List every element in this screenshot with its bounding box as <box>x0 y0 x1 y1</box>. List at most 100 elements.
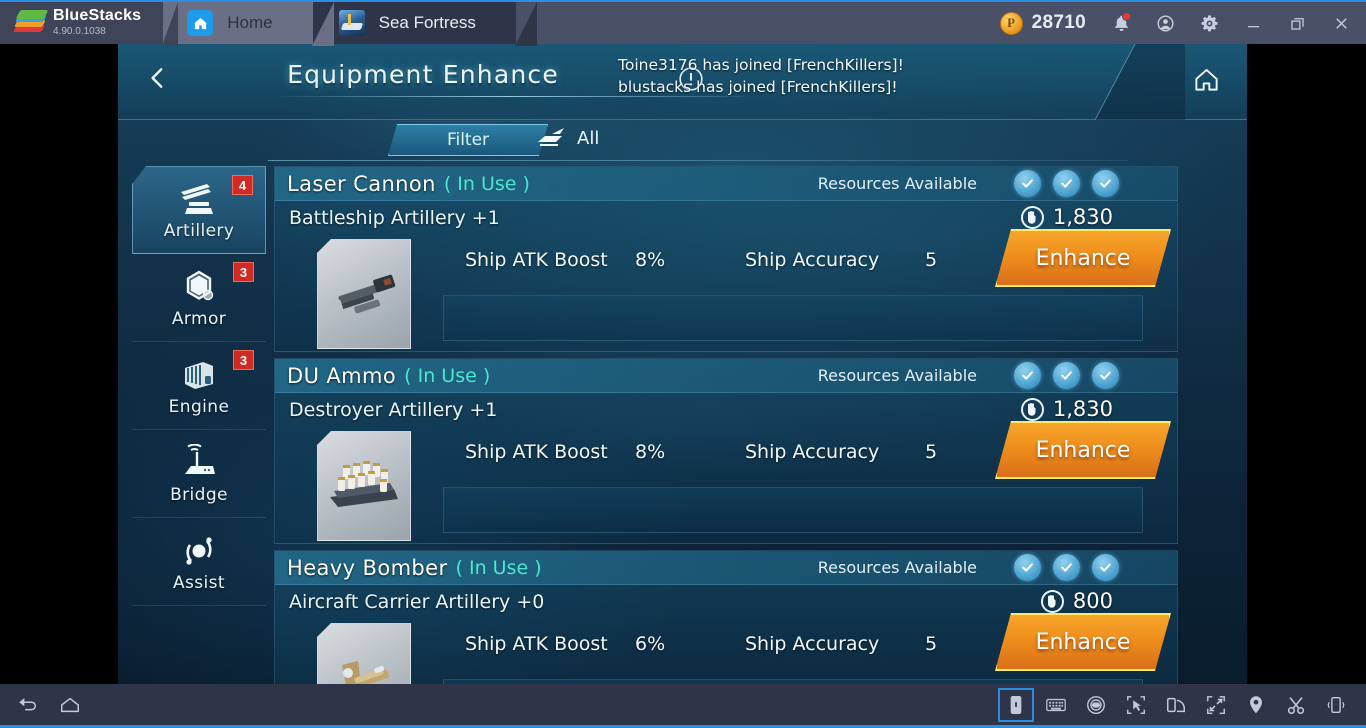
enhance-button[interactable]: Enhance <box>995 421 1171 479</box>
sidebar-item-engine-label: Engine <box>168 396 230 417</box>
filter-all-chip[interactable]: All <box>536 126 599 150</box>
portrait-mode-icon[interactable] <box>998 687 1034 722</box>
sidebar-item-engine[interactable]: Engine 3 <box>132 342 266 430</box>
home-icon[interactable] <box>52 688 88 722</box>
restore-button[interactable] <box>1278 3 1316 43</box>
sidebar-item-assist-label: Assist <box>173 572 225 593</box>
assist-icon <box>176 531 222 571</box>
check-circle-icon <box>1014 170 1041 197</box>
filter-row: Filter All <box>268 122 1128 162</box>
equipment-stats: Ship ATK Boost 8% Ship Accuracy 5 <box>465 249 1085 271</box>
resource-icon <box>1020 397 1044 421</box>
bluestacks-titlebar: BlueStacks 4.90.0.1038 Home Sea Fortress… <box>0 0 1366 46</box>
resource-icon <box>1020 205 1044 229</box>
filter-button[interactable]: Filter <box>388 124 548 156</box>
android-nav-buttons <box>0 688 88 722</box>
fullscreen-icon[interactable] <box>1198 688 1234 722</box>
resource-checks <box>1014 362 1119 389</box>
check-circle-icon <box>1092 554 1119 581</box>
card-header: DU Ammo ( In Use ) Resources Available <box>275 359 1177 393</box>
equipment-card[interactable]: Laser Cannon ( In Use ) Resources Availa… <box>274 166 1178 352</box>
game-header: Equipment Enhance Toine3176 has joined [… <box>118 44 1247 120</box>
home-icon <box>187 10 214 36</box>
bluestacks-branding: BlueStacks 4.90.0.1038 <box>0 2 179 46</box>
game-stage: Equipment Enhance Toine3176 has joined [… <box>0 44 1366 684</box>
sidebar-item-artillery-label: Artillery <box>163 221 235 241</box>
engine-icon <box>176 355 222 395</box>
stat-label-atk: Ship ATK Boost <box>465 633 608 655</box>
stat-label-accuracy: Ship Accuracy <box>745 441 880 463</box>
bridge-icon <box>176 443 222 483</box>
points-value: 28710 <box>1031 12 1086 33</box>
stat-label-atk: Ship ATK Boost <box>465 441 608 463</box>
sidebar-badge-engine: 3 <box>233 350 254 370</box>
tab-home[interactable]: Home <box>161 2 335 46</box>
heavy-bomber-icon <box>334 661 390 684</box>
game-canvas: Equipment Enhance Toine3176 has joined [… <box>118 44 1247 684</box>
heavy-bomber-thumb <box>317 623 411 684</box>
bluestacks-tools <box>998 687 1366 722</box>
equipment-cost: 1,830 <box>1020 397 1113 421</box>
page-title: Equipment Enhance <box>287 60 559 89</box>
enhance-button[interactable]: Enhance <box>995 613 1171 671</box>
tab-sea-fortress-label: Sea Fortress <box>378 13 476 32</box>
equipment-card[interactable]: DU Ammo ( In Use ) Resources Available D… <box>274 358 1178 544</box>
shake-icon[interactable] <box>1318 688 1354 722</box>
account-button[interactable] <box>1146 3 1184 43</box>
keyboard-icon[interactable] <box>1038 688 1074 722</box>
close-button[interactable] <box>1322 3 1360 43</box>
equipment-cost: 1,830 <box>1020 205 1113 229</box>
equipment-cost: 800 <box>1040 589 1113 613</box>
equipment-list[interactable]: Laser Cannon ( In Use ) Resources Availa… <box>274 166 1178 684</box>
equipment-stats: Ship ATK Boost 6% Ship Accuracy 5 <box>465 633 1085 655</box>
rotate-screen-icon[interactable] <box>1158 688 1194 722</box>
back-button[interactable] <box>134 54 182 102</box>
card-header: Heavy Bomber ( In Use ) Resources Availa… <box>275 551 1177 585</box>
back-icon[interactable] <box>10 688 46 722</box>
points-indicator[interactable]: P 28710 <box>999 11 1086 35</box>
app-title: BlueStacks <box>53 7 142 25</box>
news-feed: Toine3176 has joined [FrenchKillers]! bl… <box>618 54 1138 99</box>
sidebar-item-armor[interactable]: Armor 3 <box>132 254 266 342</box>
armor-icon <box>176 267 222 307</box>
check-circle-icon <box>1014 554 1041 581</box>
bluestacks-bottom-toolbar <box>0 684 1366 728</box>
titlebar-controls: P 28710 <box>999 2 1366 44</box>
check-circle-icon <box>1092 170 1119 197</box>
equipment-progress-panel <box>443 487 1143 533</box>
eye-icon[interactable] <box>1078 688 1114 722</box>
location-icon[interactable] <box>1238 688 1274 722</box>
stat-value-atk: 8% <box>635 441 666 463</box>
equipment-name: Laser Cannon <box>287 171 436 196</box>
resource-icon <box>1040 589 1064 613</box>
sidebar-badge-armor: 3 <box>233 262 254 282</box>
laser-cannon-icon <box>327 274 396 314</box>
stat-label-accuracy: Ship Accuracy <box>745 633 880 655</box>
equipment-subtitle: Battleship Artillery +1 <box>289 207 500 229</box>
pointer-select-icon[interactable] <box>1118 688 1154 722</box>
equipment-progress-panel <box>443 295 1143 341</box>
check-circle-icon <box>1014 362 1041 389</box>
stat-label-atk: Ship ATK Boost <box>465 249 608 271</box>
enhance-button[interactable]: Enhance <box>995 229 1171 287</box>
game-home-button[interactable] <box>1185 58 1227 100</box>
equipment-cost-value: 800 <box>1072 589 1113 613</box>
sidebar-item-bridge[interactable]: Bridge <box>132 430 266 518</box>
minimize-button[interactable] <box>1234 3 1272 43</box>
settings-button[interactable] <box>1190 3 1228 43</box>
sidebar-item-assist[interactable]: Assist <box>132 518 266 606</box>
check-circle-icon <box>1053 170 1080 197</box>
ship-filter-icon <box>538 128 564 146</box>
sidebar-item-artillery[interactable]: Artillery 4 <box>132 166 266 254</box>
tab-sea-fortress[interactable]: Sea Fortress <box>312 2 538 46</box>
status-badge: ( In Use ) <box>455 556 542 579</box>
titlebar-spacer <box>515 2 1000 44</box>
notifications-button[interactable] <box>1102 3 1140 43</box>
stat-value-atk: 8% <box>635 249 666 271</box>
scissors-icon[interactable] <box>1278 688 1314 722</box>
artillery-icon <box>176 179 222 219</box>
equipment-category-sidebar: Artillery 4 Armor 3 Engine 3 Bridge Assi… <box>132 166 266 684</box>
equipment-card[interactable]: Heavy Bomber ( In Use ) Resources Availa… <box>274 550 1178 684</box>
game-icon <box>338 10 365 36</box>
stat-value-atk: 6% <box>635 633 666 655</box>
